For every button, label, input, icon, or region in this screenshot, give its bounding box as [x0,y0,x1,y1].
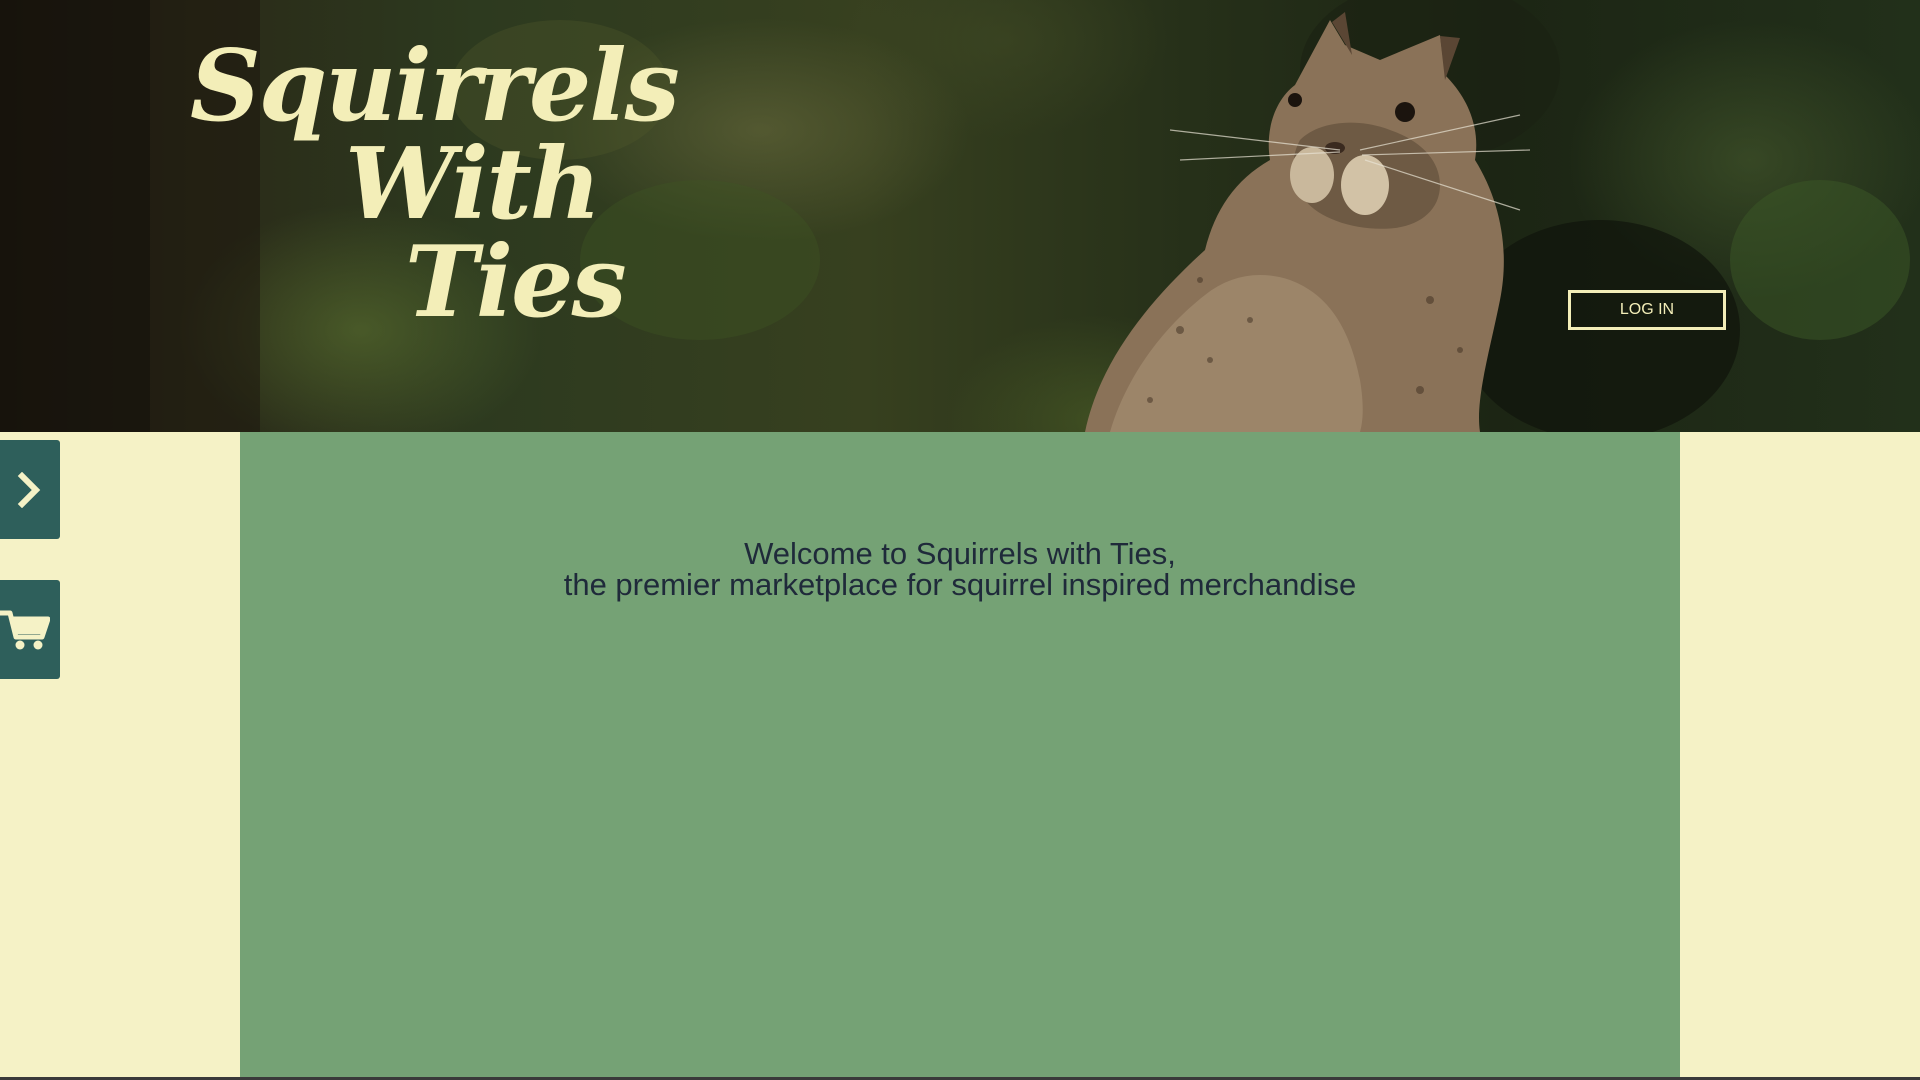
page: Squirrels With Ties LOG IN Welcome to Sq… [0,0,1920,1080]
chevron-right-icon [17,471,41,508]
logo-line-squirrels: Squirrels [190,29,680,144]
main-content-panel: Welcome to Squirrels with Ties, the prem… [240,432,1680,1080]
welcome-message: Welcome to Squirrels with Ties, the prem… [240,538,1680,600]
cart-button[interactable] [0,580,60,679]
welcome-line-2: the premier marketplace for squirrel ins… [563,567,1357,602]
hero-banner: Squirrels With Ties LOG IN [0,0,1920,432]
logo-line-ties: Ties [405,225,627,340]
site-logo[interactable]: Squirrels With Ties [190,29,680,340]
sidebar-toggle-button[interactable] [0,440,60,539]
login-button[interactable]: LOG IN [1568,290,1726,330]
shopping-cart-icon [0,610,50,649]
welcome-line-1: Welcome to Squirrels with Ties, [744,536,1176,571]
logo-line-with: With [345,127,601,242]
